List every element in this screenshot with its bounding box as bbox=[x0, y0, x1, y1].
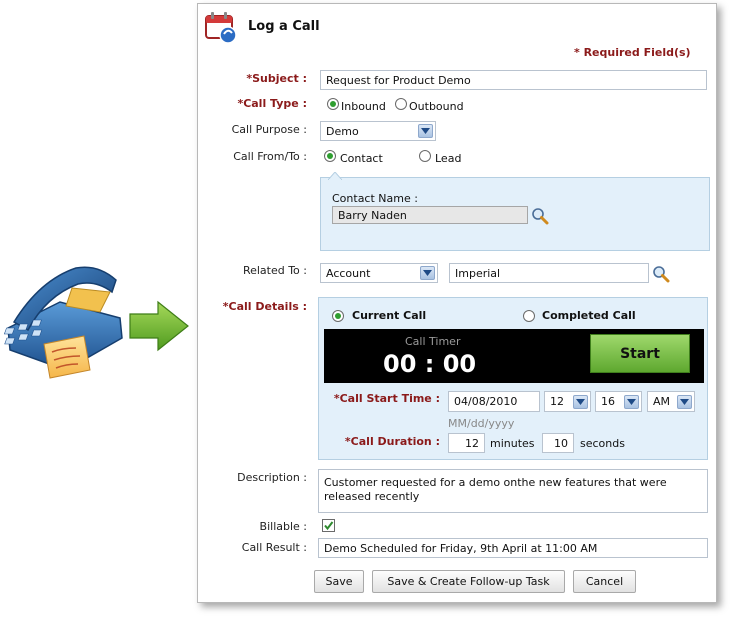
telephone-illustration-icon bbox=[0, 258, 128, 382]
description-line-2: released recently bbox=[324, 490, 420, 503]
completed-call-radio[interactable] bbox=[523, 310, 535, 322]
required-fields-note: * Required Field(s) bbox=[574, 46, 691, 59]
search-icon[interactable] bbox=[531, 207, 549, 225]
call-result-input[interactable]: Demo Scheduled for Friday, 9th April at … bbox=[318, 538, 708, 558]
call-purpose-select[interactable]: Demo bbox=[320, 121, 436, 141]
description-label: Description : bbox=[237, 471, 307, 484]
related-to-input[interactable]: Imperial bbox=[449, 263, 649, 283]
subject-label: *Subject : bbox=[246, 72, 307, 85]
call-type-outbound-label: Outbound bbox=[409, 100, 464, 113]
contact-panel-pointer bbox=[326, 170, 344, 181]
start-button[interactable]: Start bbox=[590, 334, 690, 373]
call-start-hour-value: 12 bbox=[550, 395, 564, 408]
call-from-to-label: Call From/To : bbox=[233, 150, 307, 163]
call-type-inbound-label: Inbound bbox=[341, 100, 386, 113]
call-start-hour-select[interactable]: 12 bbox=[544, 391, 591, 412]
arrow-right-icon bbox=[128, 300, 192, 352]
call-start-time-label: *Call Start Time : bbox=[333, 392, 440, 405]
checkbox-checked-icon bbox=[324, 521, 334, 531]
description-line-1: Customer requested for a demo onthe new … bbox=[324, 476, 667, 489]
chevron-down-icon bbox=[624, 394, 639, 409]
call-from-lead-label: Lead bbox=[435, 152, 462, 165]
call-start-date-input[interactable]: 04/08/2010 bbox=[448, 391, 540, 412]
billable-label: Billable : bbox=[259, 520, 307, 533]
call-type-inbound-radio[interactable] bbox=[327, 98, 339, 110]
call-start-ampm-value: AM bbox=[653, 395, 671, 408]
current-call-label: Current Call bbox=[352, 309, 427, 322]
billable-checkbox[interactable] bbox=[322, 519, 335, 532]
call-from-contact-label: Contact bbox=[340, 152, 383, 165]
call-timer-label: Call Timer bbox=[405, 335, 461, 348]
save-follow-up-button[interactable]: Save & Create Follow-up Task bbox=[372, 570, 565, 593]
chevron-down-icon bbox=[420, 266, 435, 280]
date-format-hint: MM/dd/yyyy bbox=[448, 417, 515, 430]
call-result-label: Call Result : bbox=[241, 541, 307, 554]
subject-input[interactable]: Request for Product Demo bbox=[320, 70, 707, 90]
save-button[interactable]: Save bbox=[314, 570, 364, 593]
calendar-phone-icon bbox=[204, 10, 238, 44]
call-from-contact-radio[interactable] bbox=[324, 150, 336, 162]
completed-call-label: Completed Call bbox=[542, 309, 636, 322]
search-icon[interactable] bbox=[652, 265, 670, 283]
description-textarea[interactable]: Customer requested for a demo onthe new … bbox=[318, 469, 708, 513]
call-details-label: *Call Details : bbox=[222, 300, 307, 313]
call-type-outbound-radio[interactable] bbox=[395, 98, 407, 110]
call-start-minute-value: 16 bbox=[601, 395, 615, 408]
call-start-minute-select[interactable]: 16 bbox=[595, 391, 642, 412]
chevron-down-icon bbox=[677, 394, 692, 409]
duration-minutes-input[interactable]: 12 bbox=[448, 433, 485, 453]
call-type-label: *Call Type : bbox=[237, 97, 307, 110]
contact-name-label: Contact Name : bbox=[332, 192, 418, 205]
duration-minutes-label: minutes bbox=[490, 437, 535, 450]
related-to-type-select[interactable]: Account bbox=[320, 263, 438, 283]
call-purpose-value: Demo bbox=[326, 124, 359, 138]
dialog-title: Log a Call bbox=[248, 19, 320, 34]
current-call-radio[interactable] bbox=[332, 310, 344, 322]
call-start-ampm-select[interactable]: AM bbox=[647, 391, 695, 412]
call-timer-value: 00 : 00 bbox=[383, 350, 477, 378]
call-from-lead-radio[interactable] bbox=[419, 150, 431, 162]
cancel-button[interactable]: Cancel bbox=[573, 570, 636, 593]
related-to-label: Related To : bbox=[242, 264, 307, 277]
related-to-type-value: Account bbox=[326, 266, 371, 280]
log-call-dialog: Log a Call * Required Field(s) *Subject … bbox=[197, 3, 717, 603]
chevron-down-icon bbox=[573, 394, 588, 409]
call-purpose-label: Call Purpose : bbox=[231, 123, 307, 136]
call-duration-label: *Call Duration : bbox=[344, 435, 440, 448]
contact-name-input[interactable]: Barry Naden bbox=[332, 206, 528, 224]
duration-seconds-input[interactable]: 10 bbox=[542, 433, 574, 453]
chevron-down-icon bbox=[418, 124, 433, 138]
duration-seconds-label: seconds bbox=[580, 437, 625, 450]
